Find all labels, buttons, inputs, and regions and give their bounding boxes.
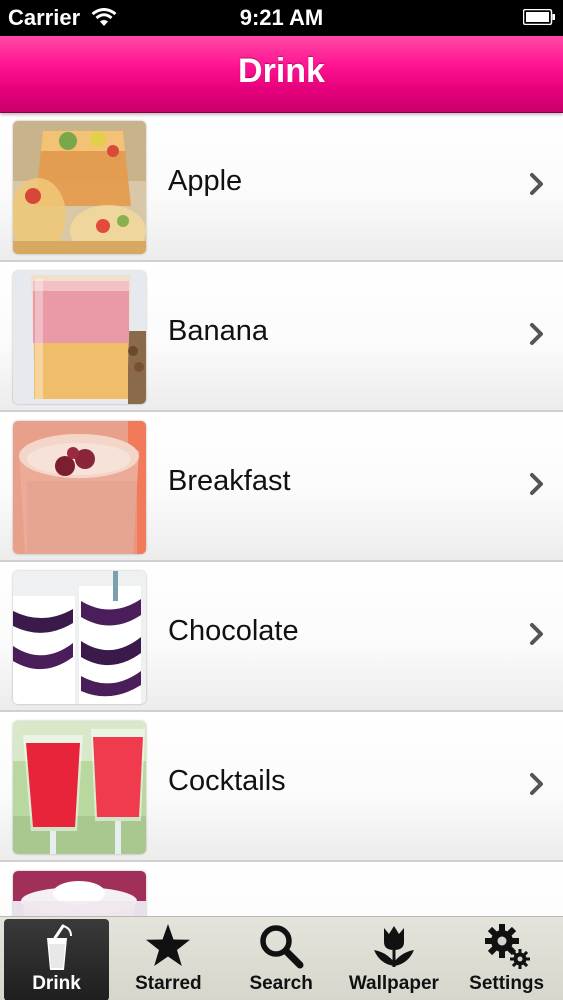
tab-label: Settings — [469, 973, 545, 994]
cocktails-thumbnail — [13, 721, 146, 854]
tab-wallpaper[interactable]: Wallpaper — [338, 917, 451, 1000]
list-item-partial[interactable] — [0, 862, 563, 916]
battery-icon — [523, 9, 555, 25]
chevron-right-icon — [530, 173, 543, 195]
apple-drink-thumbnail — [13, 121, 146, 254]
list-item-label: Cocktails — [168, 765, 286, 797]
banana-smoothie-thumbnail — [13, 271, 146, 404]
tab-starred[interactable]: Starred — [112, 917, 225, 1000]
dessert-drink-thumbnail — [13, 871, 146, 916]
tab-label: Search — [249, 973, 313, 994]
tab-label: Drink — [32, 973, 81, 994]
page-title: Drink — [238, 52, 325, 90]
list-item-apple[interactable]: Apple — [0, 112, 563, 262]
tab-label: Starred — [135, 973, 202, 994]
tab-label: Wallpaper — [348, 973, 439, 994]
list-item-banana[interactable]: Banana — [0, 262, 563, 412]
list-item-cocktails[interactable]: Cocktails — [0, 712, 563, 862]
chevron-right-icon — [530, 473, 543, 495]
drink-category-list[interactable]: Apple Banana Breakfast Chocolate Cocktai… — [0, 112, 563, 916]
list-item-label: Breakfast — [168, 465, 291, 497]
list-item-label: Banana — [168, 315, 268, 347]
list-item-label: Apple — [168, 165, 243, 197]
tab-settings[interactable]: Settings — [450, 917, 563, 1000]
tab-search[interactable]: Search — [225, 917, 338, 1000]
navigation-bar: Drink — [0, 36, 563, 113]
tulip-icon — [373, 926, 414, 967]
tab-bar: Drink Starred Search Wallpaper Settings — [0, 916, 563, 1000]
star-icon — [146, 924, 191, 966]
magnifier-icon — [260, 925, 304, 969]
breakfast-smoothie-thumbnail — [13, 421, 146, 554]
chevron-right-icon — [530, 773, 543, 795]
chocolate-milkshake-thumbnail — [13, 571, 146, 704]
app-screen: Carrier 9:21 AM Drink Apple Banana Break… — [0, 0, 563, 1000]
drink-glass-icon — [46, 924, 72, 970]
status-bar: Carrier 9:21 AM — [0, 0, 563, 36]
chevron-right-icon — [530, 323, 543, 345]
list-item-breakfast[interactable]: Breakfast — [0, 412, 563, 562]
status-time: 9:21 AM — [239, 5, 324, 30]
list-item-label: Chocolate — [168, 615, 299, 647]
chevron-right-icon — [530, 623, 543, 645]
list-item-chocolate[interactable]: Chocolate — [0, 562, 563, 712]
tab-drink[interactable]: Drink — [4, 919, 109, 1000]
gears-icon — [484, 924, 530, 969]
